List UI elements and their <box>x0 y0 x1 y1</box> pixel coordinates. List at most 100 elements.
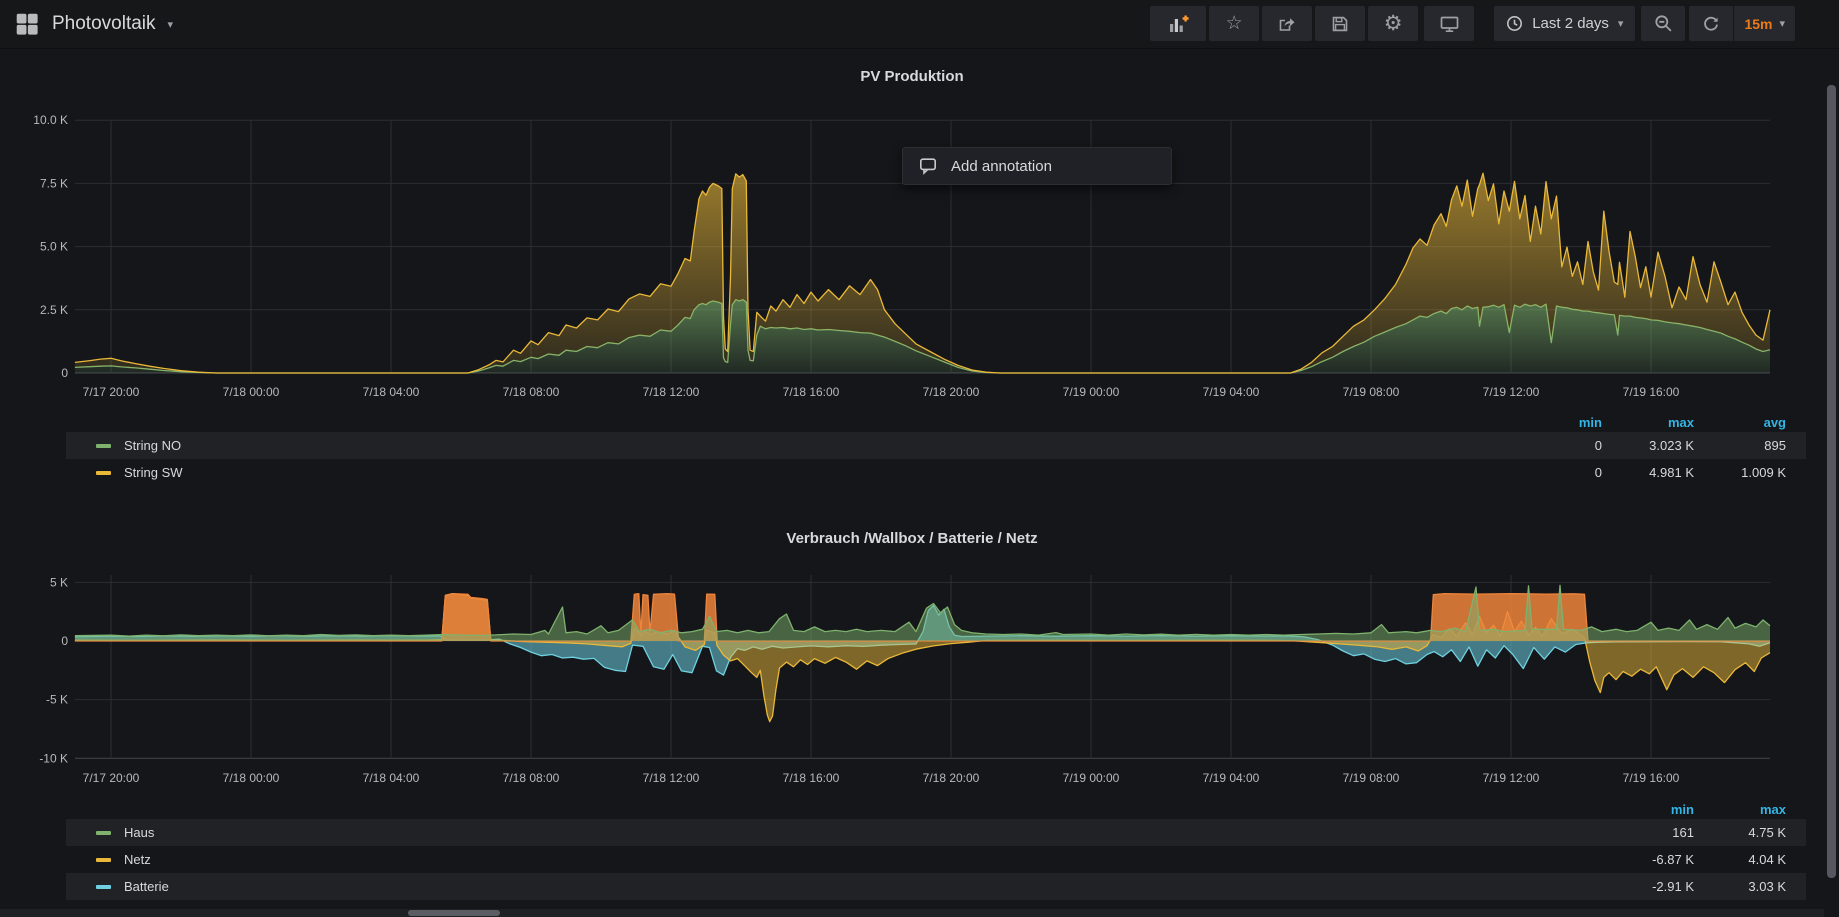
legend-value-min: 0 <box>1510 465 1602 480</box>
y-tick-label: 0 <box>61 634 68 648</box>
share-dashboard-button[interactable] <box>1262 6 1312 41</box>
legend-value-max: 4.04 K <box>1694 852 1786 867</box>
series-label[interactable]: String SW <box>124 465 1510 480</box>
star-icon: ☆ <box>1226 14 1243 33</box>
refresh-button[interactable] <box>1689 6 1733 41</box>
x-tick-label: 7/18 12:00 <box>643 771 700 785</box>
series-swatch[interactable] <box>96 858 111 862</box>
x-tick-label: 7/18 16:00 <box>783 385 840 399</box>
x-tick-label: 7/19 16:00 <box>1623 385 1680 399</box>
verbrauch-chart[interactable]: 5 K0-5 K-10 K7/17 20:007/18 00:007/18 04… <box>0 565 1839 790</box>
chevron-down-icon: ▾ <box>168 18 174 31</box>
add-panel-button[interactable] <box>1150 6 1206 41</box>
x-tick-label: 7/18 16:00 <box>783 771 840 785</box>
legend-column-min[interactable]: min <box>1510 415 1602 430</box>
zoom-out-time-button[interactable] <box>1641 6 1685 41</box>
x-tick-label: 7/19 04:00 <box>1203 385 1260 399</box>
legend-row-haus: Haus1614.75 K <box>66 819 1806 846</box>
pv-produktion-chart[interactable]: 10.0 K7.5 K5.0 K2.5 K07/17 20:007/18 00:… <box>0 100 1839 400</box>
legend-row-netz: Netz-6.87 K4.04 K <box>66 846 1806 873</box>
x-tick-label: 7/17 20:00 <box>83 385 140 399</box>
horizontal-scrollbar-thumb[interactable] <box>408 910 500 916</box>
legend-value-max: 3.023 K <box>1602 438 1694 453</box>
monitor-icon <box>1439 14 1460 34</box>
dashboard-title: Photovoltaik <box>52 13 156 35</box>
x-tick-label: 7/18 12:00 <box>643 385 700 399</box>
x-tick-label: 7/19 08:00 <box>1343 771 1400 785</box>
horizontal-scrollbar-track[interactable] <box>0 909 1824 917</box>
mark-favorite-button[interactable]: ☆ <box>1209 6 1259 41</box>
series-label[interactable]: String NO <box>124 438 1510 453</box>
x-tick-label: 7/18 08:00 <box>503 385 560 399</box>
x-tick-label: 7/18 04:00 <box>363 771 420 785</box>
time-range-picker[interactable]: Last 2 days ▾ <box>1494 6 1635 41</box>
legend-value-max: 4.981 K <box>1602 465 1694 480</box>
dashboard-settings-button[interactable]: ⚙ <box>1368 6 1418 41</box>
x-tick-label: 7/19 04:00 <box>1203 771 1260 785</box>
verbrauch-legend: minmaxHaus1614.75 KNetz-6.87 K4.04 KBatt… <box>66 800 1806 900</box>
legend-header: minmax <box>66 800 1806 819</box>
series-swatch[interactable] <box>96 444 111 448</box>
legend-column-min[interactable]: min <box>1602 802 1694 817</box>
x-tick-label: 7/18 00:00 <box>223 771 280 785</box>
dashboard-toolbar: ☆ ⚙ <box>1150 6 1795 41</box>
refresh-icon <box>1702 15 1720 33</box>
add-annotation-label: Add annotation <box>951 158 1052 175</box>
time-range-label: Last 2 days <box>1532 15 1609 32</box>
x-tick-label: 7/18 08:00 <box>503 771 560 785</box>
legend-value-avg: 895 <box>1694 438 1786 453</box>
legend-value-max: 3.03 K <box>1694 879 1786 894</box>
refresh-interval-picker[interactable]: 15m ▾ <box>1734 6 1795 41</box>
save-icon <box>1330 14 1350 34</box>
y-tick-label: 5 K <box>50 575 68 589</box>
y-tick-label: -10 K <box>39 751 68 765</box>
cycle-view-mode-button[interactable] <box>1424 6 1474 41</box>
legend-value-min: -6.87 K <box>1602 852 1694 867</box>
x-tick-label: 7/18 20:00 <box>923 385 980 399</box>
series-swatch[interactable] <box>96 885 111 889</box>
refresh-picker: 15m ▾ <box>1689 6 1795 41</box>
add-annotation-menu-item[interactable]: Add annotation <box>902 147 1172 185</box>
x-tick-label: 7/19 16:00 <box>1623 771 1680 785</box>
series-swatch[interactable] <box>96 831 111 835</box>
legend-value-min: 0 <box>1510 438 1602 453</box>
y-tick-label: 7.5 K <box>40 176 68 190</box>
legend-row-string-no: String NO03.023 K895 <box>66 432 1806 459</box>
chevron-down-icon: ▾ <box>1618 17 1624 30</box>
panel-title-pv-produktion[interactable]: PV Produktion <box>0 68 1824 85</box>
refresh-interval-label: 15m <box>1744 16 1772 32</box>
x-tick-label: 7/18 20:00 <box>923 771 980 785</box>
vertical-scrollbar-thumb[interactable] <box>1827 85 1836 878</box>
legend-column-max[interactable]: max <box>1694 802 1786 817</box>
x-tick-label: 7/19 00:00 <box>1063 771 1120 785</box>
x-tick-label: 7/19 00:00 <box>1063 385 1120 399</box>
y-tick-label: 0 <box>61 366 68 380</box>
magnifier-minus-icon <box>1654 14 1673 33</box>
top-navbar: Photovoltaik ▾ ☆ <box>0 0 1839 49</box>
clock-icon <box>1506 15 1523 32</box>
y-tick-label: 10.0 K <box>33 113 68 127</box>
y-tick-label: 2.5 K <box>40 303 68 317</box>
share-icon <box>1277 14 1297 34</box>
legend-value-max: 4.75 K <box>1694 825 1786 840</box>
series-swatch[interactable] <box>96 471 111 475</box>
x-tick-label: 7/17 20:00 <box>83 771 140 785</box>
series-label[interactable]: Netz <box>124 852 1602 867</box>
comment-icon <box>918 156 938 176</box>
legend-value-min: -2.91 K <box>1602 879 1694 894</box>
legend-column-max[interactable]: max <box>1602 415 1694 430</box>
panel-title-verbrauch[interactable]: Verbrauch /Wallbox / Batterie / Netz <box>0 530 1824 547</box>
series-label[interactable]: Batterie <box>124 879 1602 894</box>
legend-row-batterie: Batterie-2.91 K3.03 K <box>66 873 1806 900</box>
chevron-down-icon: ▾ <box>1779 17 1785 30</box>
add-panel-icon <box>1167 14 1189 34</box>
pv-produktion-legend: minmaxavg String NO03.023 K895 String SW04… <box>66 413 1806 486</box>
series-string-no-area[interactable] <box>75 300 1770 373</box>
legend-value-min: 161 <box>1602 825 1694 840</box>
series-label[interactable]: Haus <box>124 825 1602 840</box>
x-tick-label: 7/18 04:00 <box>363 385 420 399</box>
legend-column-avg[interactable]: avg <box>1694 415 1786 430</box>
x-tick-label: 7/19 12:00 <box>1483 771 1540 785</box>
dashboard-switcher[interactable]: Photovoltaik ▾ <box>14 0 173 48</box>
save-dashboard-button[interactable] <box>1315 6 1365 41</box>
